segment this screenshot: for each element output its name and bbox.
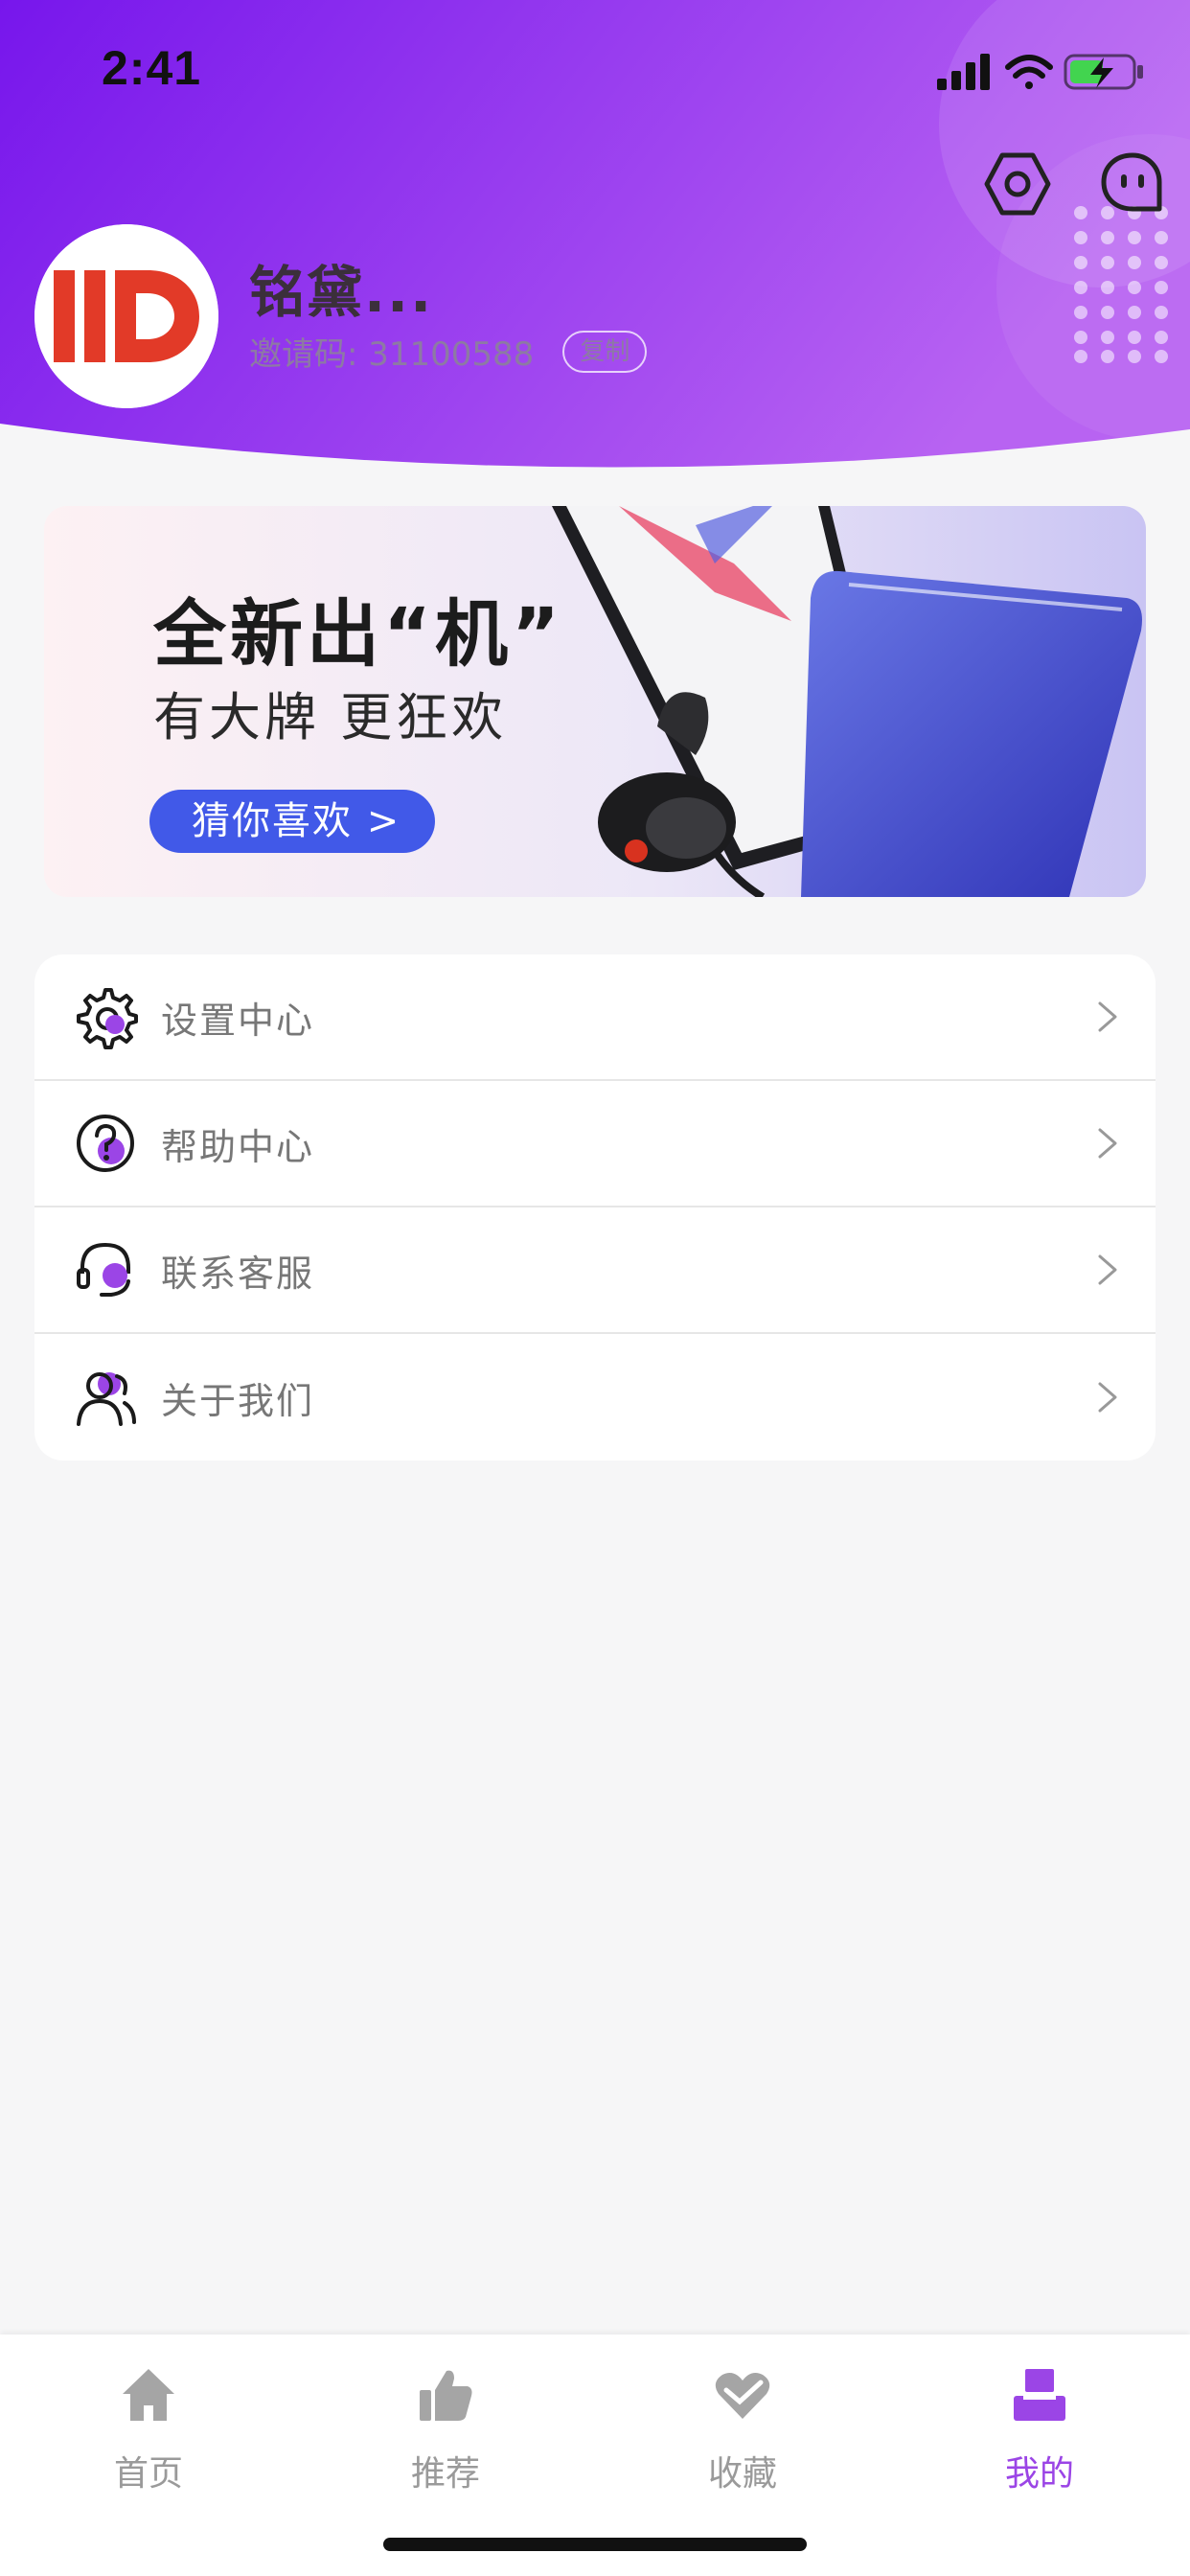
home-icon <box>123 2369 174 2421</box>
banner-title: 全新出“机” <box>153 591 563 677</box>
tab-label: 我的 <box>1004 2454 1074 2494</box>
brand-logo <box>34 224 218 408</box>
home-indicator[interactable] <box>383 2538 807 2551</box>
menu-item-label: 设置中心 <box>161 999 315 1042</box>
tab-favorites[interactable]: 收藏 <box>594 2354 891 2497</box>
help-icon <box>77 1115 134 1172</box>
copy-button[interactable]: 复制 <box>562 330 648 373</box>
tab-mine[interactable]: 我的 <box>891 2354 1188 2497</box>
chevron-right-icon <box>1098 1128 1117 1159</box>
menu-item-about[interactable]: 关于我们 <box>34 1334 1156 1460</box>
battery-icon <box>1064 54 1143 90</box>
menu-item-label: 联系客服 <box>161 1252 315 1295</box>
tab-label: 推荐 <box>410 2454 480 2494</box>
settings-hex-icon[interactable] <box>983 150 1052 218</box>
profile-header: 2:41 铭黛... 邀请码: 31100588 复制 <box>0 0 1190 479</box>
user-name: 铭黛... <box>249 260 434 325</box>
heart-icon <box>715 2373 770 2419</box>
profile-page: 2:41 铭黛... 邀请码: 31100588 复制 全新出“机” 有大牌 更… <box>0 0 1190 2576</box>
wifi-icon <box>1005 55 1053 89</box>
headset-icon <box>77 1242 130 1297</box>
menu-item-help[interactable]: 帮助中心 <box>34 1081 1156 1208</box>
status-time: 2:41 <box>102 41 202 95</box>
status-icons <box>937 54 1143 90</box>
message-icon[interactable] <box>1098 150 1167 218</box>
menu-item-label: 关于我们 <box>161 1379 315 1422</box>
tab-label: 首页 <box>113 2454 183 2494</box>
chevron-right-icon <box>1098 1382 1117 1413</box>
chevron-right-icon <box>1098 1254 1117 1285</box>
menu-list: 设置中心 帮助中心 联系客服 关于我们 <box>34 954 1156 1460</box>
menu-item-label: 帮助中心 <box>161 1125 315 1168</box>
tab-label: 收藏 <box>707 2454 777 2494</box>
signal-icon <box>937 54 990 90</box>
chevron-right-icon <box>1098 1001 1117 1032</box>
menu-item-customer-service[interactable]: 联系客服 <box>34 1208 1156 1334</box>
gear-icon <box>77 988 138 1049</box>
tab-home[interactable]: 首页 <box>0 2354 297 2497</box>
thumbs-up-icon <box>420 2370 472 2421</box>
invite-code-text: 邀请码: 31100588 <box>249 335 535 374</box>
promo-banner[interactable]: 全新出“机” 有大牌 更狂欢 猜你喜欢 > <box>44 506 1146 897</box>
banner-subtitle: 有大牌 更狂欢 <box>153 687 508 748</box>
profile-icon <box>1014 2369 1065 2421</box>
users-icon <box>77 1372 136 1426</box>
invite-code-row: 邀请码: 31100588 复制 <box>249 328 648 375</box>
tab-recommend[interactable]: 推荐 <box>297 2354 594 2497</box>
menu-item-settings[interactable]: 设置中心 <box>34 954 1156 1081</box>
avatar[interactable] <box>34 224 218 408</box>
banner-cta-button[interactable]: 猜你喜欢 > <box>149 790 435 853</box>
